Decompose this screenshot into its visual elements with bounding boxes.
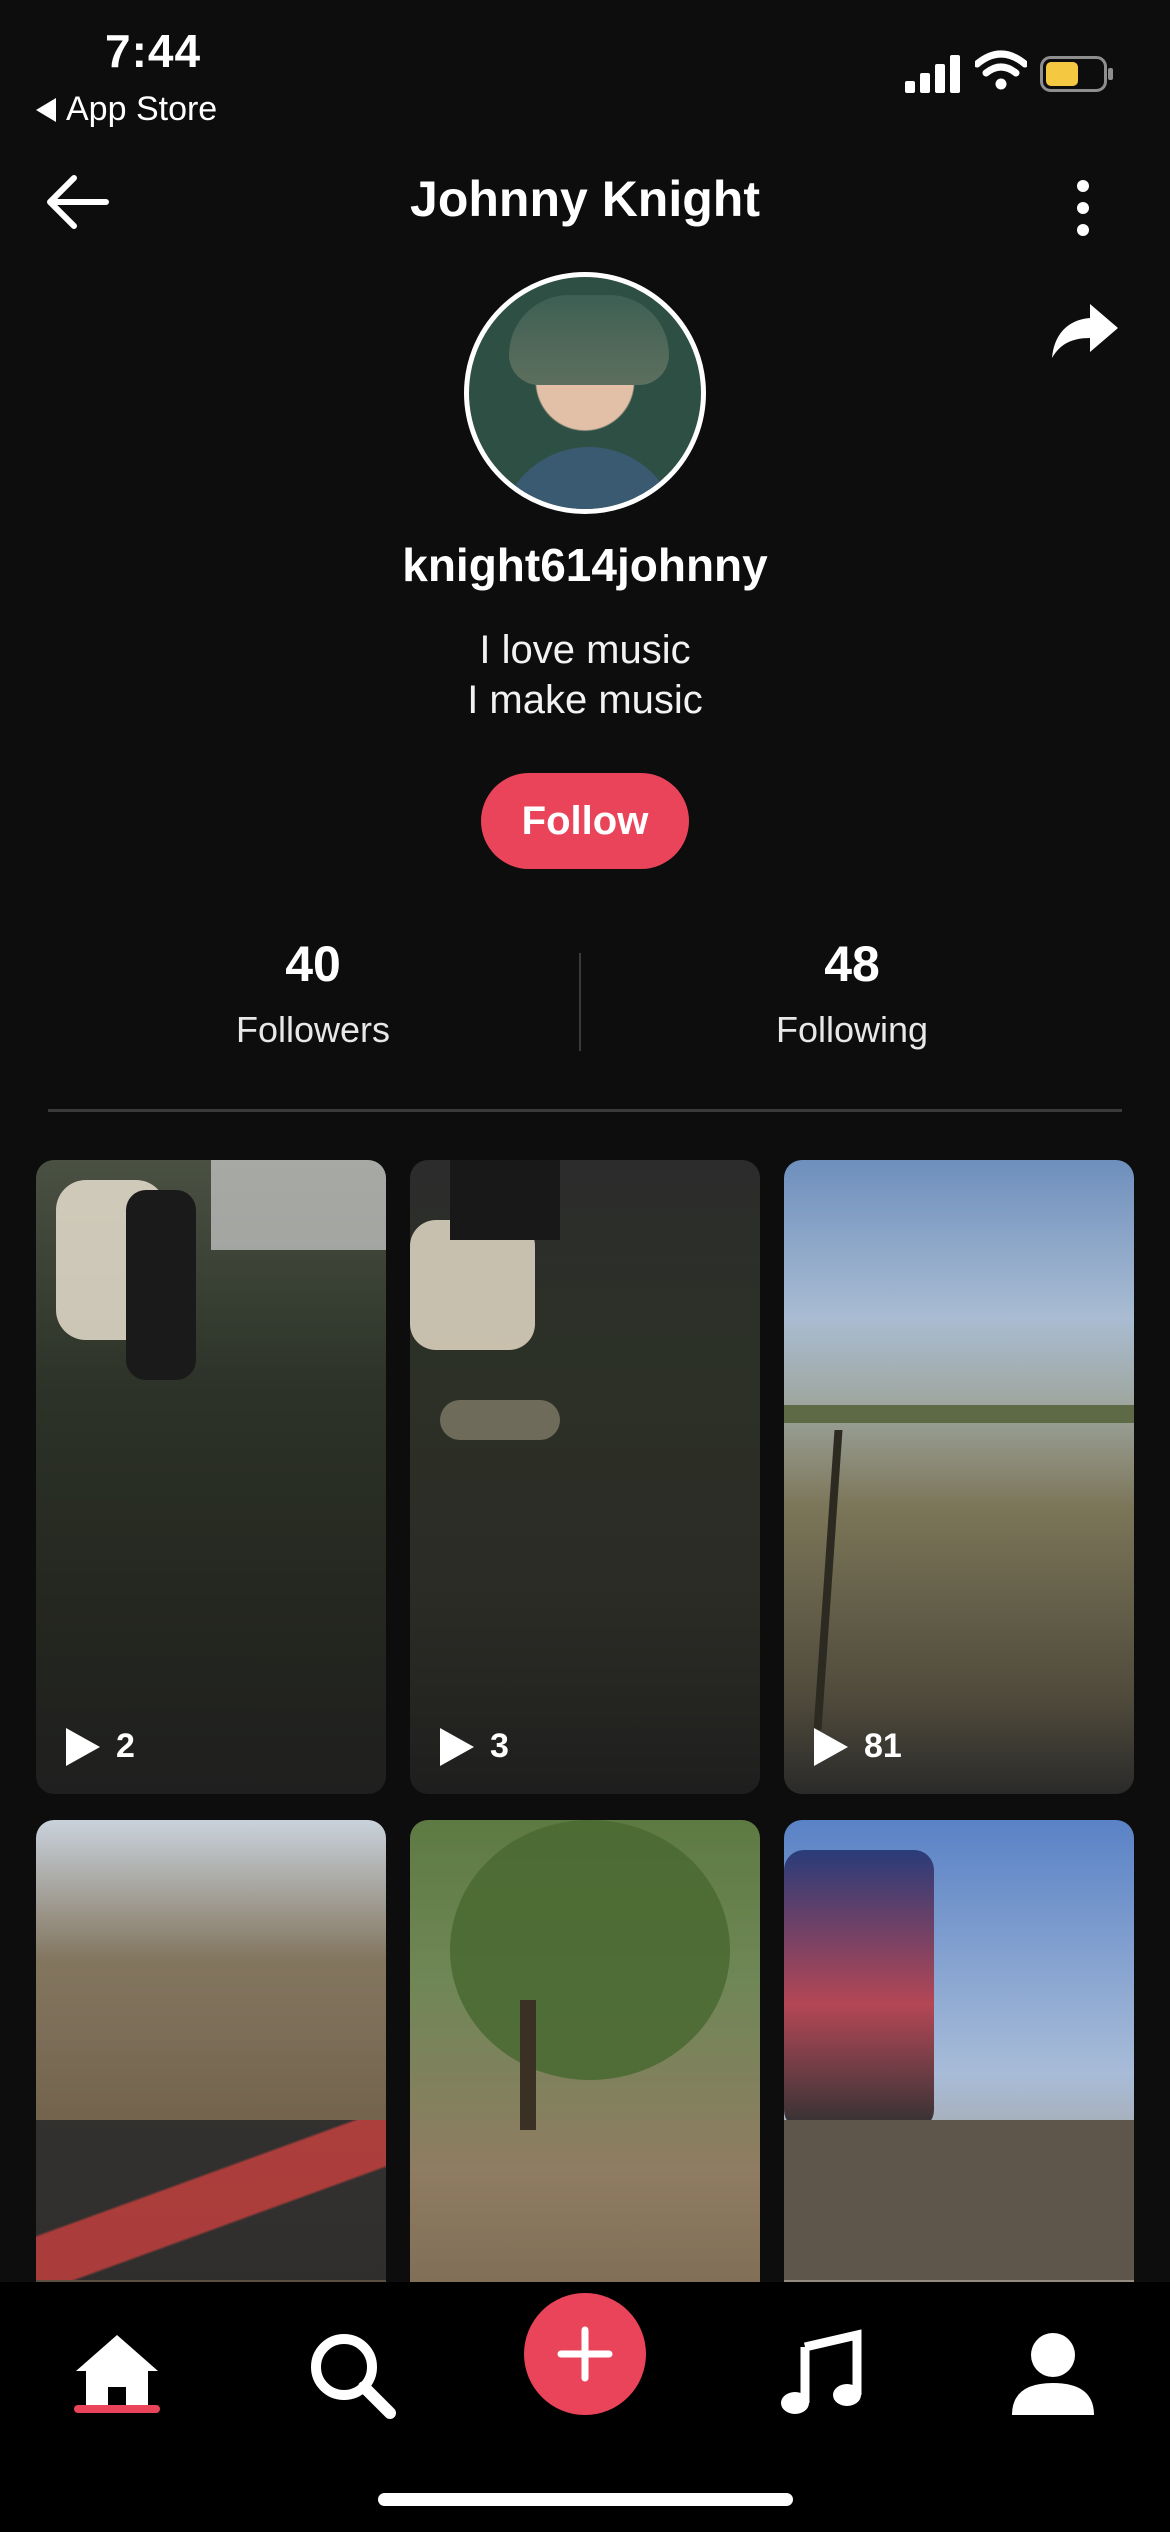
tab-profile[interactable] (998, 2324, 1108, 2424)
status-bar: 7:44 App Store (0, 0, 1170, 135)
tab-search[interactable] (296, 2324, 406, 2424)
play-count-value: 3 (490, 1727, 509, 1765)
video-thumbnail[interactable]: 2 (36, 1160, 386, 1794)
active-tab-indicator (74, 2405, 160, 2413)
share-icon[interactable] (1050, 300, 1120, 362)
thumbnail-handlebar (36, 2120, 386, 2280)
thumbnail-vehicle (211, 1160, 386, 1250)
signal-icon (905, 55, 960, 93)
thumbnail-bike (784, 1850, 934, 2130)
thumbnail-legs (126, 1190, 196, 1380)
bio: I love music I make music (0, 625, 1170, 725)
play-icon (440, 1727, 474, 1766)
back-to-app-store[interactable]: App Store (36, 90, 217, 129)
tab-music[interactable] (765, 2324, 875, 2424)
followers-stat[interactable]: 40 Followers (113, 935, 513, 1051)
thumbnail-horizon (784, 1405, 1134, 1423)
bio-line-2: I make music (467, 678, 703, 722)
bio-line-1: I love music (479, 628, 691, 672)
followers-label: Followers (235, 1009, 391, 1050)
home-indicator (378, 2493, 793, 2506)
video-thumbnail[interactable]: 81 (784, 1160, 1134, 1794)
video-thumbnail[interactable] (36, 1820, 386, 2282)
thumbnail-ground (784, 2120, 1134, 2280)
video-thumbnail[interactable] (784, 1820, 1134, 2282)
avatar-hair (509, 295, 669, 385)
play-count: 2 (66, 1727, 135, 1766)
thumbnail-trunk (520, 2000, 536, 2130)
page-title: Johnny Knight (410, 171, 760, 227)
music-note-icon (781, 2329, 862, 2414)
play-count: 3 (440, 1727, 509, 1766)
more-options-icon[interactable] (1065, 178, 1101, 238)
thumbnail-track (813, 1430, 843, 1730)
avatar[interactable] (464, 272, 706, 514)
status-time: 7:44 (105, 25, 202, 77)
play-count-value: 2 (116, 1727, 135, 1765)
follow-button[interactable]: Follow (481, 773, 689, 869)
play-count-value: 81 (864, 1727, 902, 1765)
following-stat[interactable]: 48 Following (652, 935, 1052, 1051)
followers-count: 40 (285, 936, 341, 992)
following-label: Following (775, 1009, 929, 1050)
avatar-shirt (499, 447, 679, 509)
wifi-icon (975, 50, 1027, 90)
video-grid: 2 3 81 (36, 1160, 1136, 2282)
stats-row: 40 Followers 48 Following (0, 935, 1170, 1065)
profile-header: Johnny Knight (0, 160, 1170, 250)
video-thumbnail[interactable] (410, 1820, 760, 2282)
play-icon (66, 1727, 100, 1766)
play-icon (814, 1727, 848, 1766)
stats-divider (579, 953, 581, 1051)
back-app-label: App Store (66, 90, 218, 128)
create-button[interactable] (524, 2293, 646, 2415)
play-count: 81 (814, 1727, 902, 1766)
username: knight614johnny (402, 539, 768, 591)
section-divider (48, 1109, 1122, 1112)
search-icon (311, 2334, 396, 2419)
battery-icon (1040, 56, 1113, 92)
profile-icon (1012, 2333, 1094, 2415)
thumbnail-shoes (440, 1400, 560, 1440)
add-icon (557, 2326, 613, 2382)
back-triangle-icon (36, 97, 56, 122)
video-thumbnail[interactable]: 3 (410, 1160, 760, 1794)
following-count: 48 (824, 936, 880, 992)
thumbnail-tree (450, 1820, 730, 2080)
thumbnail-legs (450, 1160, 560, 1240)
